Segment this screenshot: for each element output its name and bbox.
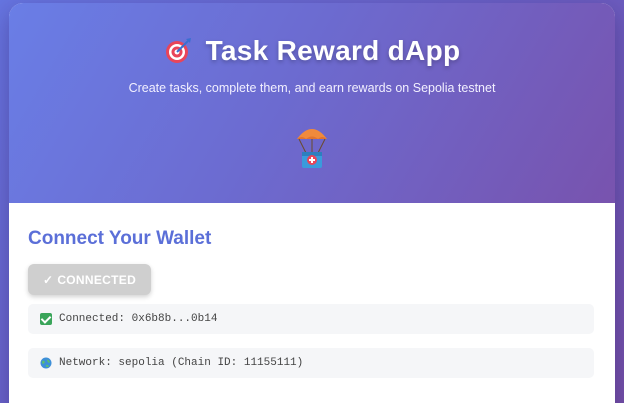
title-row: Task Reward dApp — [9, 35, 615, 67]
target-icon — [165, 38, 191, 63]
check-mark: ✓ — [42, 272, 54, 287]
parachute-icon — [297, 129, 327, 168]
network-label: Network: — [59, 357, 112, 369]
app-card: Task Reward dApp Create tasks, complete … — [9, 3, 615, 403]
check-box-icon — [40, 313, 52, 325]
page-subtitle: Create tasks, complete them, and earn re… — [128, 81, 496, 95]
section-title: Connect Your Wallet — [28, 228, 212, 249]
connect-wallet-button[interactable]: ✓ CONNECTED — [28, 264, 151, 295]
network-value: sepolia (Chain ID: 11155111) — [118, 357, 304, 369]
connect-button-label: CONNECTED — [57, 272, 137, 287]
page-title: Task Reward dApp — [205, 35, 461, 66]
wallet-address: 0x6b8b...0b14 — [131, 313, 218, 325]
connection-status: Connected: 0x6b8b...0b14 — [28, 304, 594, 334]
hero-header: Task Reward dApp Create tasks, complete … — [9, 3, 615, 203]
network-status: Network: sepolia (Chain ID: 11155111) — [28, 348, 594, 378]
globe-icon — [40, 357, 52, 369]
connected-label: Connected: — [59, 313, 126, 325]
wallet-section: Connect Your Wallet ✓ CONNECTED Connecte… — [9, 203, 615, 403]
